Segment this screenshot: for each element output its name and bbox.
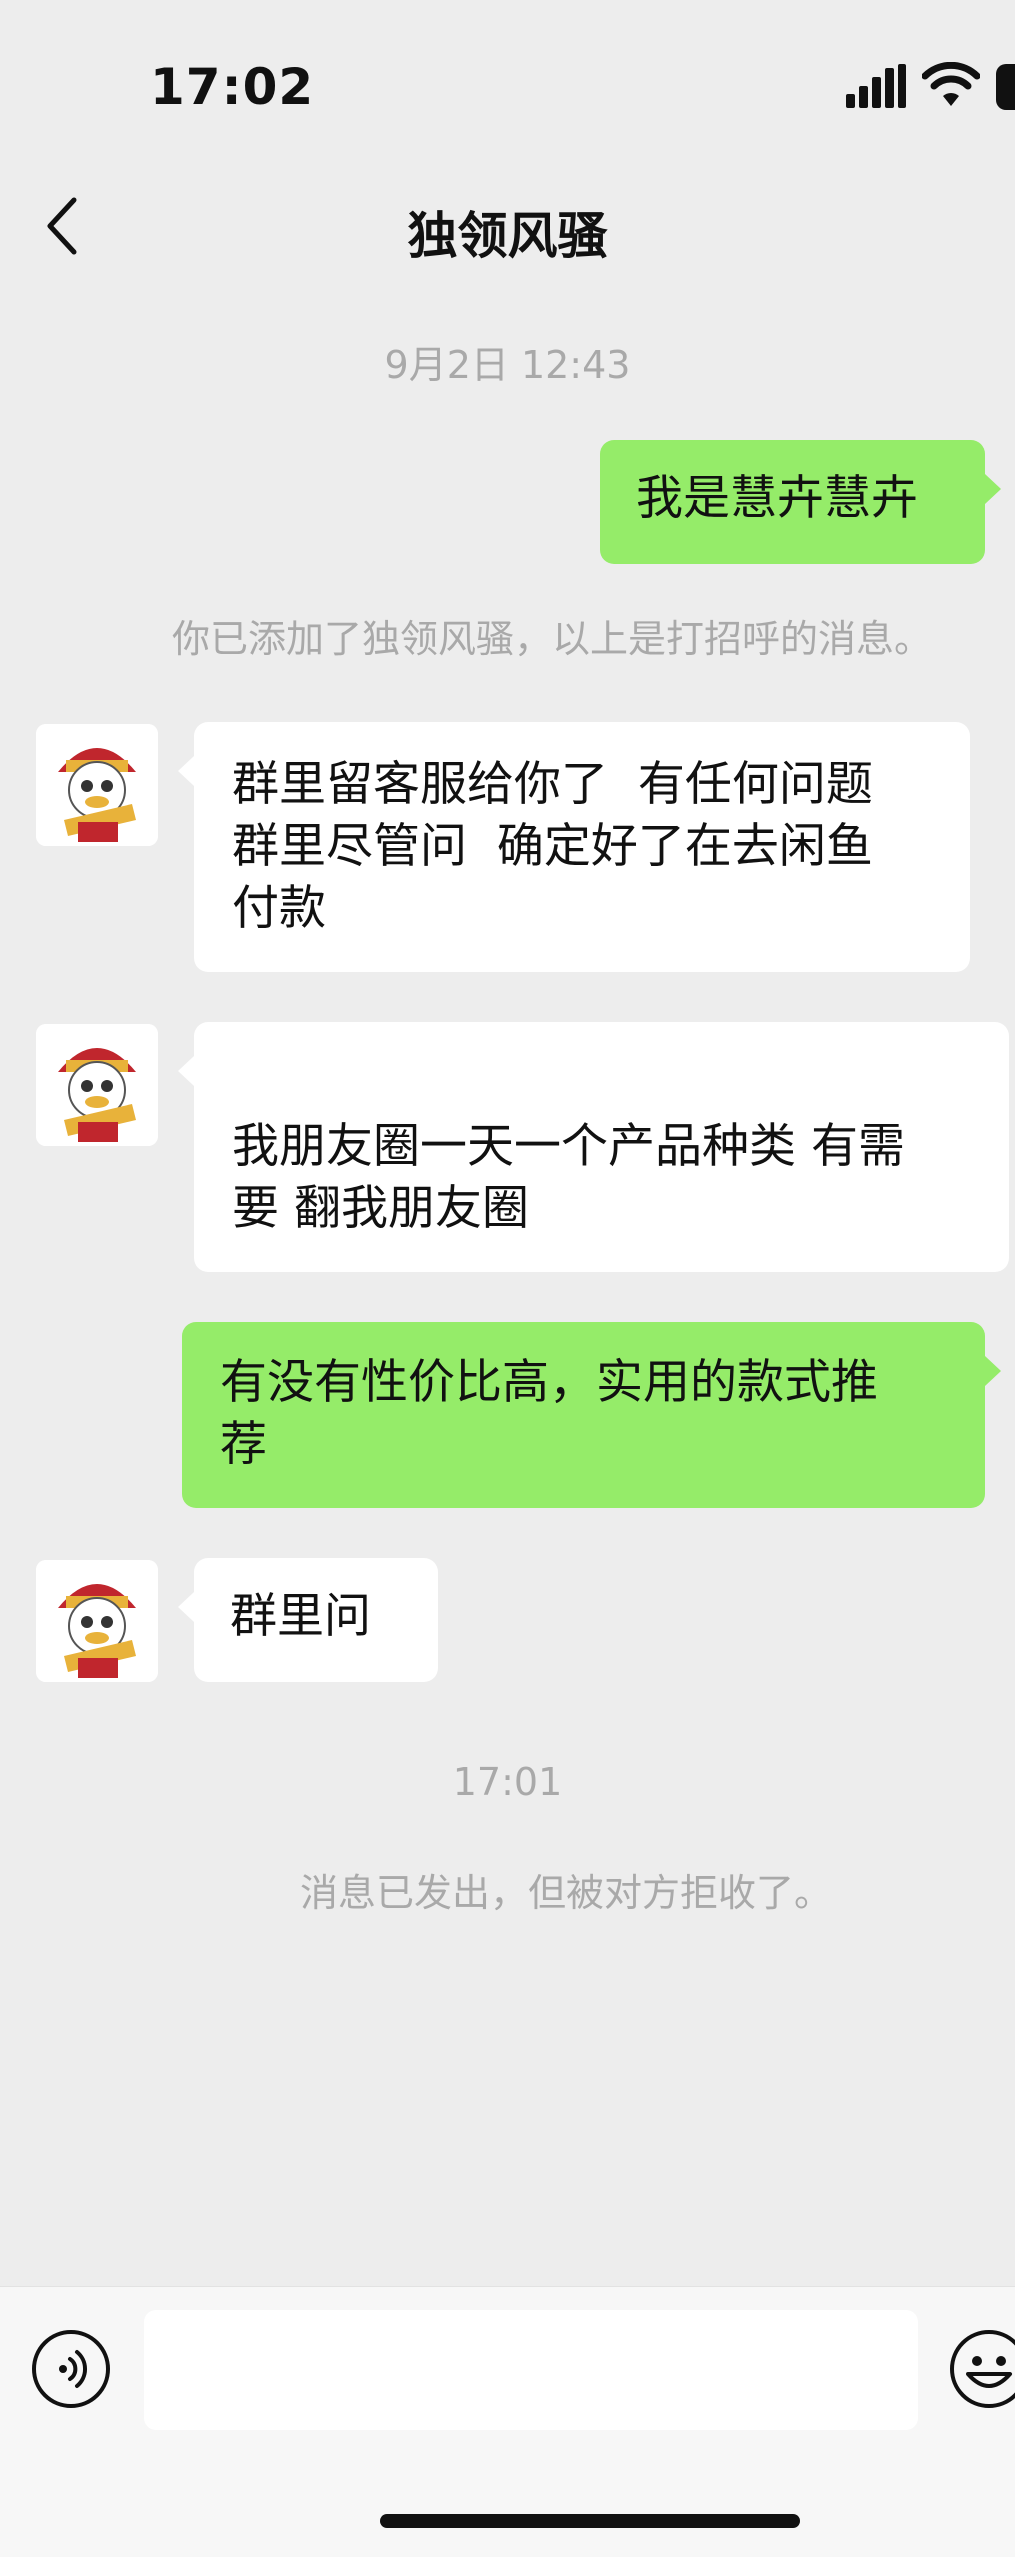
- avatar-image-icon: [36, 724, 158, 846]
- status-time: 17:02: [150, 58, 315, 116]
- system-notice: 你已添加了独领风骚，以上是打招呼的消息。: [172, 617, 933, 661]
- outgoing-message-bubble[interactable]: 我是慧卉慧卉: [600, 440, 1001, 564]
- avatar-image-icon: [36, 1560, 158, 1682]
- outgoing-message-bubble[interactable]: 有没有性价比高，实用的款式推 荐: [182, 1322, 1001, 1508]
- incoming-message-bubble[interactable]: 群里留客服给你了 有任何问题 群里尽管问 确定好了在去闲鱼 付款: [178, 722, 970, 972]
- avatar-image-icon: [36, 1024, 158, 1146]
- incoming-message-bubble[interactable]: 我朋友圈一天一个产品种类 有需 要 翻我朋友圈: [178, 1022, 1009, 1272]
- timestamp-label: 17:01: [452, 1760, 563, 1804]
- incoming-message-bubble[interactable]: 群里问: [178, 1558, 438, 1682]
- home-indicator[interactable]: [380, 2514, 800, 2528]
- message-text: 有没有性价比高，实用的款式推 荐: [220, 1355, 878, 1472]
- message-input[interactable]: [144, 2310, 918, 2430]
- system-notice: 消息已发出，但被对方拒收了。: [300, 1871, 833, 1915]
- timestamp-label: 9月2日 12:43: [384, 343, 631, 387]
- message-text: 群里问: [230, 1589, 371, 1644]
- chat-title: 独领风骚: [407, 207, 608, 265]
- message-text: 群里留客服给你了 有任何问题 群里尽管问 确定好了在去闲鱼 付款: [232, 757, 873, 936]
- contact-avatar[interactable]: [36, 1560, 158, 1682]
- voice-icon[interactable]: [30, 2328, 112, 2410]
- cellular-signal-icon: [846, 64, 906, 108]
- message-text: 我朋友圈一天一个产品种类 有需 要 翻我朋友圈: [232, 1119, 905, 1236]
- message-text: 我是慧卉慧卉: [636, 471, 918, 526]
- wifi-icon: [922, 62, 980, 106]
- contact-avatar[interactable]: [36, 724, 158, 846]
- battery-icon: [996, 64, 1015, 110]
- contact-avatar[interactable]: [36, 1024, 158, 1146]
- emoji-icon[interactable]: [948, 2328, 1015, 2410]
